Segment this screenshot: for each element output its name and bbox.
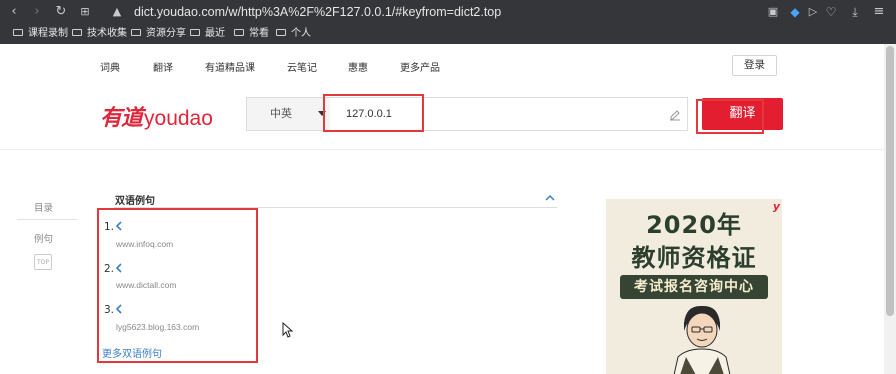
nav-huihui[interactable]: 惠惠 — [348, 59, 368, 74]
youdao-logo[interactable]: 有道youdao — [100, 100, 213, 131]
nav-dict[interactable]: 词典 — [100, 59, 120, 74]
shield-icon[interactable]: ◆ — [788, 3, 802, 21]
heart-icon[interactable]: ♡ — [824, 3, 838, 21]
speaker-icon[interactable] — [115, 221, 123, 231]
bookmark-label: 常看 — [249, 28, 269, 39]
mouse-cursor-icon — [282, 322, 294, 338]
header-divider — [0, 149, 896, 150]
scrollbar-thumb[interactable] — [886, 46, 894, 316]
speaker-icon[interactable] — [115, 263, 123, 273]
folder-icon — [13, 29, 23, 36]
translate-button[interactable]: 翻译 — [702, 98, 783, 130]
bookmark-item[interactable]: 常看 — [234, 27, 269, 40]
bookmark-label: 技术收集 — [87, 28, 127, 39]
youdao-page: 词典 翻译 有道精品课 云笔记 惠惠 更多产品 登录 有道youdao 中英 翻… — [0, 44, 896, 374]
logo-cn: 有道 — [100, 105, 143, 131]
sidebar-separator — [17, 219, 77, 220]
examples-title: 双语例句 — [115, 196, 155, 207]
folder-icon — [131, 29, 141, 36]
camera-icon[interactable]: ▣ — [766, 3, 780, 21]
language-select[interactable]: 中英 — [247, 98, 330, 130]
search-input[interactable] — [332, 98, 662, 130]
bookmark-label: 个人 — [291, 28, 311, 39]
bookmark-item[interactable]: 技术收集 — [72, 27, 127, 40]
bookmark-item[interactable]: 最近 — [190, 27, 225, 40]
folder-icon — [276, 29, 286, 36]
sidebar-catalog[interactable]: 目录 — [34, 200, 53, 214]
nav-translate[interactable]: 翻译 — [153, 59, 173, 74]
send-icon[interactable]: ▷ — [806, 3, 820, 21]
back-icon[interactable]: ‹ — [7, 3, 21, 21]
nav-notes[interactable]: 云笔记 — [287, 59, 317, 74]
more-examples-link[interactable]: 更多双语例句 — [102, 345, 162, 360]
back-to-top-button[interactable]: TOP — [34, 254, 52, 270]
bookmark-label: 课程录制 — [28, 28, 68, 39]
folder-icon — [190, 29, 200, 36]
example-source[interactable]: lyg5623.blog.163.com — [116, 322, 199, 332]
bookmark-label: 资源分享 — [146, 28, 186, 39]
dropdown-arrow-icon — [318, 111, 326, 116]
login-button[interactable]: 登录 — [732, 55, 777, 76]
folder-icon — [72, 29, 82, 36]
search-box: 中英 — [246, 97, 688, 131]
sidebar-examples[interactable]: 例句 — [34, 231, 53, 245]
section-divider — [114, 207, 557, 208]
bookmark-label: 最近 — [205, 28, 225, 39]
ad-headline: 教师资格证 — [631, 244, 757, 272]
example-number: 1. — [104, 221, 115, 233]
bookmark-item[interactable]: 资源分享 — [131, 27, 186, 40]
edit-icon[interactable] — [668, 107, 682, 121]
logo-en: youdao — [144, 107, 213, 130]
language-label: 中英 — [270, 107, 292, 120]
ad-headline-year: 2020年 — [646, 211, 742, 239]
warning-icon[interactable]: ▲ — [110, 3, 124, 21]
example-source[interactable]: www.dictall.com — [116, 280, 176, 290]
ad-subtitle: 考试报名咨询中心 — [620, 275, 768, 299]
example-source[interactable]: www.infoq.com — [116, 239, 173, 249]
nav-courses[interactable]: 有道精品课 — [205, 59, 255, 74]
ad-banner[interactable]: y 2020年 教师资格证 考试报名咨询中心 — [606, 199, 782, 374]
folder-icon — [234, 29, 244, 36]
browser-chrome: ‹ › ↻ ⊞ ▲ dict.youdao.com/w/http%3A%2F%2… — [0, 0, 896, 44]
address-bar[interactable]: dict.youdao.com/w/http%3A%2F%2F127.0.0.1… — [134, 3, 501, 21]
download-icon[interactable]: ⤓ — [848, 3, 862, 21]
example-number: 2. — [104, 263, 115, 275]
page-scrollbar[interactable] — [884, 44, 896, 374]
bookmark-item[interactable]: 课程录制 — [13, 27, 68, 40]
nav-more-products[interactable]: 更多产品 — [400, 59, 440, 74]
speaker-icon[interactable] — [115, 304, 123, 314]
example-number: 3. — [104, 304, 115, 316]
menu-icon[interactable]: ≡ — [872, 3, 886, 21]
reload-icon[interactable]: ↻ — [54, 3, 68, 21]
bookmark-item[interactable]: 个人 — [276, 27, 311, 40]
ad-person-illustration — [673, 305, 731, 374]
chevron-up-icon[interactable] — [545, 194, 555, 202]
apps-icon[interactable]: ⊞ — [78, 3, 92, 21]
forward-icon[interactable]: › — [30, 3, 44, 21]
